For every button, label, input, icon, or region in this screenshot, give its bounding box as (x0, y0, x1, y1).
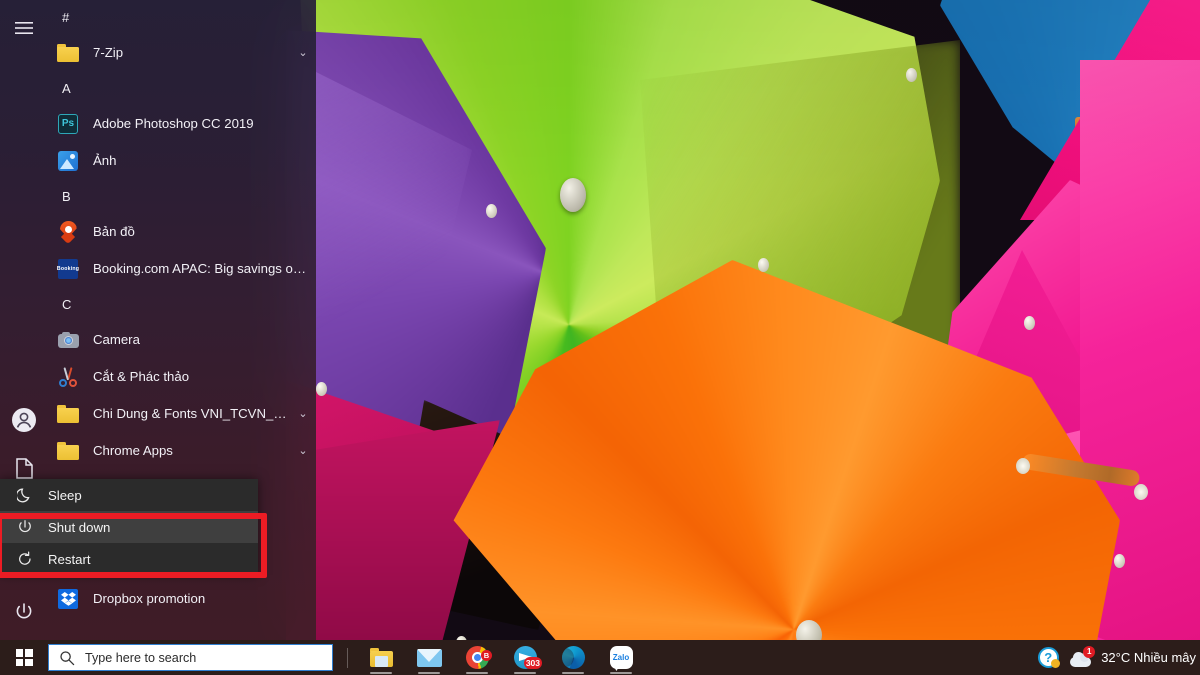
help-icon: ? (1038, 647, 1059, 668)
weather-text: 32°C Nhiều mây (1101, 650, 1196, 665)
app-item-maps[interactable]: Bản đồ (48, 213, 316, 250)
power-option-label: Sleep (48, 488, 82, 503)
running-indicator (466, 672, 488, 674)
power-option-sleep[interactable]: Sleep (0, 479, 258, 511)
taskbar-edge-button[interactable] (550, 640, 596, 675)
edge-icon (562, 646, 585, 669)
maps-pin-icon (57, 221, 79, 243)
group-header-a: A (48, 71, 316, 105)
app-item-booking[interactable]: Booking Booking.com APAC: Big savings on… (48, 250, 316, 287)
start-button[interactable] (0, 640, 48, 675)
umbrella-handle-knob-left (1016, 458, 1030, 474)
taskbar-app-buttons[interactable]: B 303 Zalo (358, 640, 644, 675)
power-options-flyout[interactable]: Sleep Shut down Restart (0, 479, 258, 575)
zalo-icon: Zalo (610, 646, 633, 669)
rib-nub (1024, 316, 1035, 330)
app-item-label: Adobe Photoshop CC 2019 (93, 116, 310, 131)
running-indicator (562, 672, 584, 674)
app-item-label: Camera (93, 332, 310, 347)
app-item-dropbox-promotion[interactable]: Dropbox promotion (48, 580, 316, 617)
folder-icon (57, 403, 79, 425)
chevron-down-icon[interactable]: ⌄ (296, 444, 310, 457)
taskbar-zalo-button[interactable]: Zalo (598, 640, 644, 675)
power-icon[interactable] (8, 596, 40, 628)
account-icon[interactable] (8, 404, 40, 436)
snip-sketch-icon (57, 366, 79, 388)
running-indicator (514, 672, 536, 674)
group-header-hash: # (48, 0, 316, 34)
rib-nub (906, 68, 917, 82)
rib-nub (1114, 554, 1125, 568)
taskbar-file-explorer-button[interactable] (358, 640, 404, 675)
app-item-label: Chrome Apps (93, 443, 292, 458)
app-item-snip-sketch[interactable]: Cắt & Phác thảo (48, 358, 316, 395)
app-item-chrome-apps[interactable]: Chrome Apps ⌄ (48, 432, 316, 469)
app-item-label: Bản đồ (93, 224, 310, 239)
app-item-label: 7-Zip (93, 45, 292, 60)
app-item-label: Booking.com APAC: Big savings on ho... (93, 261, 310, 276)
app-item-label: Chi Dung & Fonts VNI_TCVN_UNI... (93, 406, 292, 421)
group-header-b: B (48, 179, 316, 213)
app-item-camera[interactable]: Camera (48, 321, 316, 358)
chevron-down-icon[interactable]: ⌄ (296, 407, 310, 420)
rib-nub (486, 204, 497, 218)
taskbar-divider (347, 648, 348, 668)
folder-icon (57, 440, 79, 462)
cloud-icon: 1 (1068, 648, 1094, 668)
power-icon (16, 518, 34, 536)
weather-badge: 1 (1083, 646, 1095, 658)
get-help-button[interactable]: ? (1028, 640, 1068, 675)
taskbar[interactable]: Type here to search B 303 Zalo (0, 640, 1200, 675)
chrome-badge: B (481, 650, 492, 661)
telegram-badge: 303 (524, 657, 542, 669)
app-item-photoshop[interactable]: Ps Adobe Photoshop CC 2019 (48, 105, 316, 142)
group-header-c: C (48, 287, 316, 321)
hamburger-icon[interactable] (8, 12, 40, 44)
power-option-label: Shut down (48, 520, 110, 535)
rib-nub (316, 382, 327, 396)
taskbar-telegram-button[interactable]: 303 (502, 640, 548, 675)
taskbar-mail-button[interactable] (406, 640, 452, 675)
file-explorer-icon (370, 648, 393, 667)
chevron-down-icon[interactable]: ⌄ (296, 46, 310, 59)
moon-icon (16, 486, 34, 504)
app-item-photos[interactable]: Ảnh (48, 142, 316, 179)
app-item-7zip[interactable]: 7-Zip ⌄ (48, 34, 316, 71)
restart-icon (16, 550, 34, 568)
photoshop-icon: Ps (57, 113, 79, 135)
search-icon (59, 650, 75, 666)
running-indicator (418, 672, 440, 674)
search-input[interactable]: Type here to search (48, 644, 333, 671)
running-indicator (370, 672, 392, 674)
folder-icon (57, 42, 79, 64)
app-item-label: Dropbox promotion (93, 591, 310, 606)
umbrella-handle-knob-right (1134, 484, 1148, 500)
photos-icon (57, 150, 79, 172)
app-item-chi-dung-fonts[interactable]: Chi Dung & Fonts VNI_TCVN_UNI... ⌄ (48, 395, 316, 432)
app-item-label: Ảnh (93, 153, 310, 168)
weather-widget[interactable]: 1 32°C Nhiều mây (1068, 640, 1200, 675)
app-item-label: Cắt & Phác thảo (93, 369, 310, 384)
rib-nub (758, 258, 769, 272)
taskbar-chrome-button[interactable]: B (454, 640, 500, 675)
running-indicator (610, 672, 632, 674)
power-option-label: Restart (48, 552, 91, 567)
camera-icon (57, 329, 79, 351)
green-umbrella-hub (560, 178, 586, 212)
power-option-restart[interactable]: Restart (0, 543, 258, 575)
windows-logo-icon (16, 649, 33, 666)
booking-icon: Booking (57, 258, 79, 280)
system-tray[interactable]: ? 1 32°C Nhiều mây (1028, 640, 1200, 675)
power-option-shutdown[interactable]: Shut down (0, 511, 258, 543)
mail-icon (417, 649, 442, 667)
dropbox-icon (57, 588, 79, 610)
search-input-value: Type here to search (85, 651, 196, 665)
